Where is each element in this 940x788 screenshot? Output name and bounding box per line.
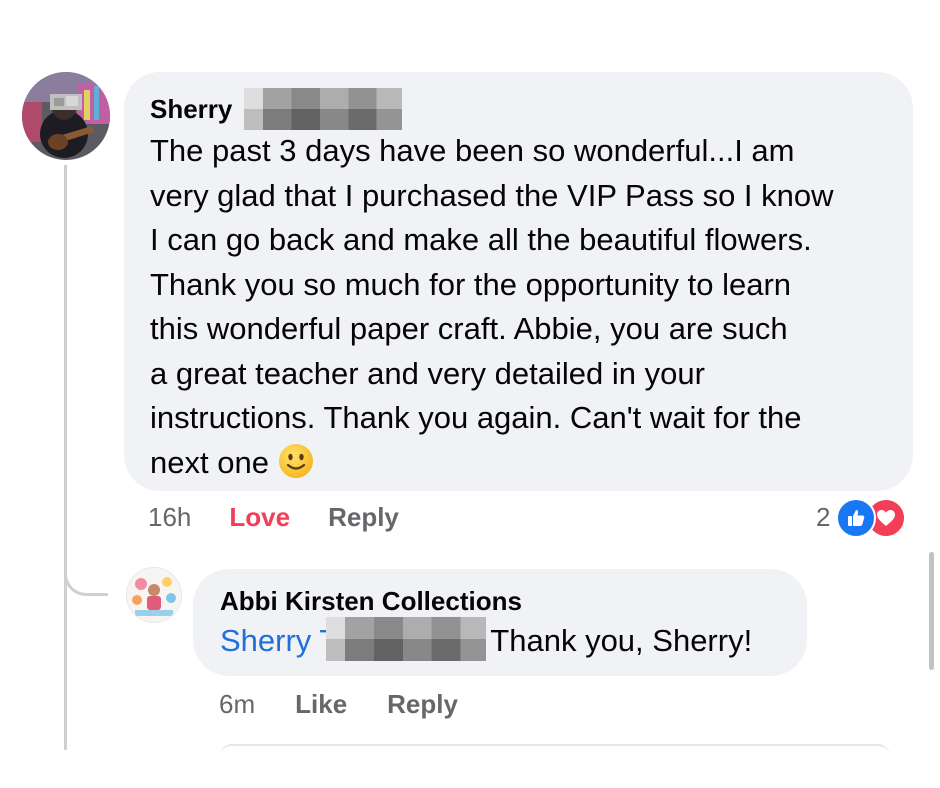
reply-text: Sherry T Thank you, Sherry! xyxy=(220,617,807,664)
comment-line: very glad that I purchased the VIP Pass … xyxy=(150,177,834,213)
comment-meta: 16h Love Reply xyxy=(148,502,399,533)
comment-line: I can go back and make all the beautiful… xyxy=(150,222,812,257)
thread-line-vertical xyxy=(64,165,67,750)
reaction-count: 2 xyxy=(816,501,831,532)
reaction-icons xyxy=(836,498,907,538)
comment-author-row: Sherry xyxy=(150,88,913,130)
slightly-smiling-face-icon xyxy=(278,443,314,479)
comment-line: instructions. Thank you again. Can't wai… xyxy=(150,400,802,435)
avatar-abbi-kirsten[interactable] xyxy=(126,567,182,623)
reply-reply-button[interactable]: Reply xyxy=(387,689,458,720)
thread-line-branch xyxy=(64,540,108,596)
reaction-summary[interactable]: 2 xyxy=(816,498,907,538)
scrollbar[interactable] xyxy=(929,552,934,670)
love-button[interactable]: Love xyxy=(229,502,290,533)
comment-line: this wonderful paper craft. Abbie, you a… xyxy=(150,311,788,346)
reply-message: Thank you, Sherry! xyxy=(490,623,753,658)
comment-author[interactable]: Sherry xyxy=(150,94,232,124)
avatar-sherry[interactable] xyxy=(22,72,110,160)
reply-meta: 6m Like Reply xyxy=(219,689,458,720)
reply-author[interactable]: Abbi Kirsten Collections xyxy=(220,586,807,616)
comment-line: The past 3 days have been so wonderful..… xyxy=(150,133,795,168)
like-button[interactable]: Like xyxy=(295,689,347,720)
comment-line-last: next one xyxy=(150,441,913,486)
reply-bubble: Abbi Kirsten Collections Sherry T Thank y… xyxy=(193,569,807,676)
reply-time[interactable]: 6m xyxy=(219,689,255,720)
next-comment-bubble-edge xyxy=(220,744,890,756)
comment-line: Thank you so much for the opportunity to… xyxy=(150,266,792,302)
comment-time[interactable]: 16h xyxy=(148,502,191,533)
comment-text: The past 3 days have been so wonderful..… xyxy=(150,129,913,485)
redacted-last-name xyxy=(243,88,402,130)
comment-bubble: Sherry The past 3 days have been so wond… xyxy=(124,72,913,491)
like-icon xyxy=(836,498,877,538)
redacted-mention-name xyxy=(326,617,487,661)
comment-line: a great teacher and very detailed in you… xyxy=(150,355,705,391)
reply-button[interactable]: Reply xyxy=(328,502,399,533)
mention-sherry[interactable]: Sherry T xyxy=(220,623,338,658)
